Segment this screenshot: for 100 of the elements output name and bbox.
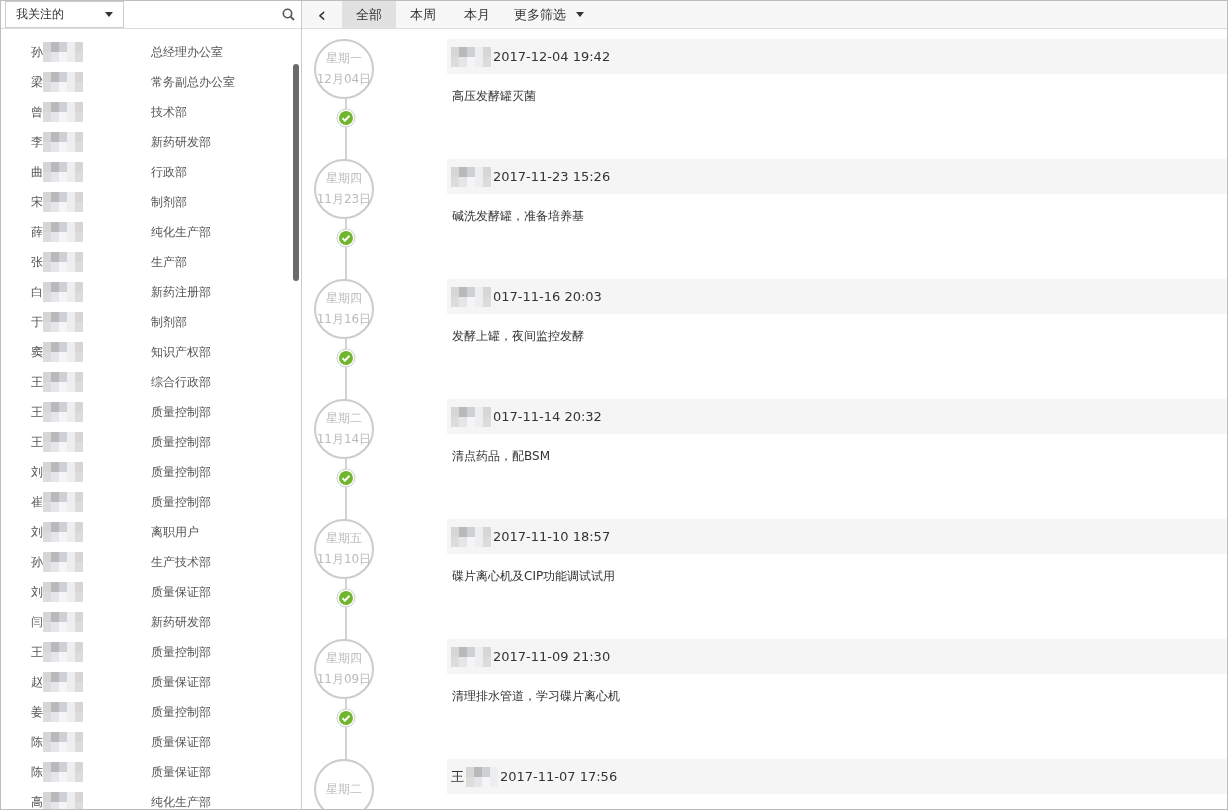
weekday-label: 星期四: [326, 290, 362, 307]
redaction-mosaic: [43, 372, 83, 392]
contact-name[interactable]: 崔: [31, 493, 43, 511]
department-label: 质量保证部: [151, 733, 211, 751]
redaction-mosaic: [451, 526, 491, 547]
contact-name[interactable]: 王: [31, 643, 43, 661]
department-label: 技术部: [151, 103, 187, 121]
redaction-mosaic: [43, 132, 83, 152]
entry-note: 发酵上罐，夜间监控发酵: [451, 328, 585, 345]
contact-name[interactable]: 李: [31, 133, 43, 151]
weekday-label: 星期五: [326, 530, 362, 547]
department-label: 质量控制部: [151, 703, 211, 721]
redaction-mosaic: [451, 406, 491, 427]
department-label: 纯化生产部: [151, 793, 211, 809]
redaction-mosaic: [43, 642, 83, 662]
redaction-mosaic: [43, 42, 83, 62]
redaction-mosaic: [43, 72, 83, 92]
redaction-mosaic: [43, 282, 83, 302]
department-label: 制剂部: [151, 193, 187, 211]
entry-time: 017-11-16 20:03: [493, 289, 602, 304]
contact-name[interactable]: 姜: [31, 703, 43, 721]
contact-name[interactable]: 陈: [31, 763, 43, 781]
contact-name[interactable]: 刘: [31, 523, 43, 541]
contact-name[interactable]: 刘: [31, 463, 43, 481]
contact-name[interactable]: 薛: [31, 223, 43, 241]
department-label: 制剂部: [151, 313, 187, 331]
redaction-mosaic: [43, 402, 83, 422]
contact-name[interactable]: 宋: [31, 193, 43, 211]
department-label: 质量控制部: [151, 643, 211, 661]
scrollbar-thumb[interactable]: [293, 64, 299, 281]
redaction-mosaic: [43, 162, 83, 182]
department-label: 生产技术部: [151, 553, 211, 571]
redaction-mosaic: [43, 672, 83, 692]
contact-name[interactable]: 刘: [31, 583, 43, 601]
redaction-mosaic: [43, 762, 83, 782]
redaction-mosaic: [43, 312, 83, 332]
contact-name[interactable]: 王: [31, 373, 43, 391]
author-name: 王: [451, 767, 464, 786]
filter-tab[interactable]: 全部: [342, 1, 396, 28]
entry-note: 高压发酵罐灭菌: [451, 88, 537, 105]
contact-name[interactable]: 曾: [31, 103, 43, 121]
entry-time: 2017-11-07 17:56: [500, 769, 618, 784]
department-label: 新药注册部: [151, 283, 211, 301]
back-button[interactable]: ‹: [302, 1, 342, 28]
weekday-label: 星期四: [326, 650, 362, 667]
filter-dropdown[interactable]: 我关注的: [5, 1, 124, 28]
department-label: 综合行政部: [151, 373, 211, 391]
department-label: 质量保证部: [151, 583, 211, 601]
weekday-label: 星期四: [326, 170, 362, 187]
department-label: 知识产权部: [151, 343, 211, 361]
contact-name[interactable]: 闫: [31, 613, 43, 631]
contact-name[interactable]: 赵: [31, 673, 43, 691]
redaction-mosaic: [466, 766, 498, 787]
redaction-mosaic: [451, 166, 491, 187]
date-label: 11月23日: [316, 191, 372, 208]
contact-name[interactable]: 孙: [31, 553, 43, 571]
date-label: 11月10日: [316, 551, 372, 568]
entry-time: 2017-11-23 15:26: [493, 169, 611, 184]
entry-time: 2017-11-09 21:30: [493, 649, 611, 664]
contact-name[interactable]: 王: [31, 403, 43, 421]
department-label: 质量控制部: [151, 493, 211, 511]
date-label: 11月16日: [316, 311, 372, 328]
entry-note: 清点药品，配BSM: [451, 448, 551, 465]
entry-time: 2017-11-10 18:57: [493, 529, 611, 544]
contact-name[interactable]: 曲: [31, 163, 43, 181]
department-label: 质量控制部: [151, 403, 211, 421]
entry-note: 清理排水管道，学习碟片离心机: [451, 688, 621, 705]
department-label: 总经理办公室: [151, 43, 223, 61]
entry-time: 2017-12-04 19:42: [493, 49, 611, 64]
department-label: 新药研发部: [151, 613, 211, 631]
search-icon[interactable]: [282, 8, 295, 21]
redaction-mosaic: [451, 646, 491, 667]
entry-time: 017-11-14 20:32: [493, 409, 602, 424]
redaction-mosaic: [43, 552, 83, 572]
contact-name[interactable]: 高: [31, 793, 43, 809]
department-label: 质量控制部: [151, 433, 211, 451]
redaction-mosaic: [43, 192, 83, 212]
redaction-mosaic: [43, 252, 83, 272]
department-label: 行政部: [151, 163, 187, 181]
contact-name[interactable]: 于: [31, 313, 43, 331]
contact-name[interactable]: 梁: [31, 73, 43, 91]
contact-name[interactable]: 陈: [31, 733, 43, 751]
redaction-mosaic: [43, 222, 83, 242]
more-filters-dropdown[interactable]: 更多筛选: [504, 1, 594, 28]
redaction-mosaic: [43, 432, 83, 452]
redaction-mosaic: [43, 522, 83, 542]
contact-name[interactable]: 白: [31, 283, 43, 301]
entry-note: 碟片离心机及CIP功能调试试用: [451, 568, 617, 585]
department-label: 质量保证部: [151, 673, 211, 691]
contact-name[interactable]: 王: [31, 433, 43, 451]
filter-tab[interactable]: 本月: [450, 1, 504, 28]
contact-name[interactable]: 孙: [31, 43, 43, 61]
filter-tab[interactable]: 本周: [396, 1, 450, 28]
department-label: 纯化生产部: [151, 223, 211, 241]
redaction-mosaic: [451, 286, 491, 307]
redaction-mosaic: [43, 102, 83, 122]
contact-name[interactable]: 张: [31, 253, 43, 271]
redaction-mosaic: [43, 702, 83, 722]
contact-name[interactable]: 窦: [31, 343, 43, 361]
department-label: 常务副总办公室: [151, 73, 235, 91]
